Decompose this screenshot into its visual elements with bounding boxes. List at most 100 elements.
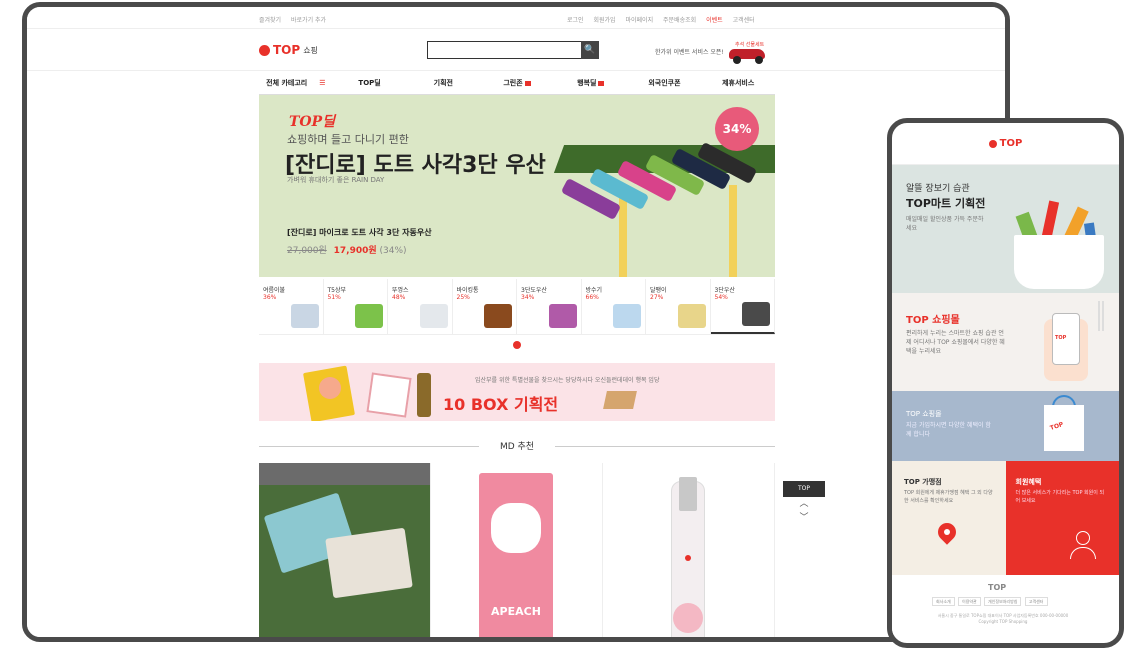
- deal-thumb-pct: 34%: [521, 294, 535, 301]
- snail-image: [677, 304, 706, 328]
- shop-title: TOP 쇼핑몰: [906, 315, 960, 326]
- md-section-title: MD 추천: [259, 439, 775, 453]
- deal-thumb[interactable]: 3단도우산 34%: [517, 279, 582, 334]
- footer-copyright: 서울시 중구 통일로 TOP쇼핑 대표이사 TOP 사업자등록번호 000-00…: [937, 613, 1069, 624]
- utility-link-join[interactable]: 회원가입: [593, 17, 615, 24]
- nav-happy-deal[interactable]: 행복딜: [554, 71, 628, 94]
- utility-link-shortcut[interactable]: 바로가기 추가: [291, 17, 326, 24]
- desktop-monitor-frame: 즐겨찾기 바로가기 추가 로그인 회원가입 마이페이지 주문배송조회 이벤트 고…: [22, 2, 1010, 642]
- nav-label: 기획전: [433, 79, 453, 87]
- new-badge-icon: [598, 80, 605, 86]
- deal-thumb-selected[interactable]: 3단우산 54%: [710, 279, 775, 334]
- deal-thumb[interactable]: 바이킹통 25%: [453, 279, 517, 334]
- scroll-top-button[interactable]: TOP: [783, 481, 825, 497]
- utility-link-login[interactable]: 로그인: [567, 17, 584, 24]
- utility-left: 즐겨찾기 바로가기 추가: [259, 15, 334, 24]
- bottle-image: [417, 373, 431, 417]
- utility-link-event[interactable]: 이벤트: [706, 17, 723, 24]
- hero-discount-note: (34%): [379, 246, 407, 256]
- promo-car-banner[interactable]: 추석 선물세트: [727, 41, 767, 64]
- hero-price: 27,000원 17,900원 (34%): [287, 243, 407, 256]
- deal-thumb-pct: 51%: [327, 294, 341, 301]
- hero-banner[interactable]: TOP딜 쇼핑하며 들고 다니기 편한 [잔디로] 도트 사각3단 우산 가벼워…: [259, 95, 775, 277]
- nav-partner[interactable]: 제휴서비스: [701, 71, 775, 94]
- character-image: [319, 377, 341, 399]
- logo-dot-icon: [259, 44, 270, 56]
- carousel-indicator[interactable]: [513, 341, 521, 349]
- shop-caption: 편리하게 누리는 스마트한 쇼핑 습관 언제 어디서나 TOP 쇼핑몰에서 다양…: [906, 330, 1005, 355]
- mobile-store-tile[interactable]: TOP 가맹점 TOP 회원에게 제휴가맹점 혜택 그 외 다양한 서비스를 확…: [892, 461, 1006, 575]
- nav-special[interactable]: 기획전: [406, 71, 480, 94]
- nav-green-zone[interactable]: 그린존: [480, 71, 554, 94]
- logo-dot-icon: [988, 139, 997, 148]
- shopping-bag-image: [1014, 235, 1104, 289]
- search-button[interactable]: 🔍: [581, 41, 599, 59]
- nav-all-category[interactable]: 전체 카테고리 ☰: [259, 71, 333, 94]
- nav-label: TOP딜: [358, 79, 381, 87]
- deal-thumb-pct: 54%: [714, 294, 728, 301]
- nav-foreign-coupon[interactable]: 외국인쿠폰: [628, 71, 702, 94]
- pause-icon: [1098, 301, 1104, 331]
- user-icon-body: [1069, 547, 1096, 559]
- desktop-screen: 즐겨찾기 바로가기 추가 로그인 회원가입 마이페이지 주문배송조회 이벤트 고…: [27, 7, 1005, 637]
- logo-sub: 쇼핑: [303, 45, 318, 55]
- box-promo-banner[interactable]: 입산부를 위한 특별선물을 찾으시는 당당하시다 오신들런데데이 행복 임당 1…: [259, 363, 775, 421]
- hero-table-leg: [729, 185, 737, 277]
- site-logo[interactable]: TOP 쇼핑: [259, 43, 318, 57]
- footer-link[interactable]: 이용약관: [958, 597, 981, 606]
- footer-link[interactable]: 개인정보처리방침: [984, 597, 1022, 606]
- car-wheel: [755, 56, 763, 64]
- deal-thumb-label: 3단도우산: [521, 287, 547, 294]
- deal-thumb-label: 바이킹통: [456, 287, 479, 294]
- lid-image: [419, 304, 448, 328]
- box-image: [603, 391, 637, 409]
- deal-thumb[interactable]: 여름이불 36%: [259, 279, 324, 334]
- hero-new-price: 17,900원: [333, 246, 377, 256]
- md-product-card[interactable]: APEACH: [431, 463, 603, 637]
- location-pin-dot: [944, 529, 950, 535]
- utility-bar: 즐겨찾기 바로가기 추가 로그인 회원가입 마이페이지 주문배송조회 이벤트 고…: [27, 7, 1005, 29]
- deal-thumb[interactable]: 뚜껑스 48%: [388, 279, 453, 334]
- search-input[interactable]: [427, 41, 597, 59]
- deal-thumb-label: 방수기: [585, 287, 603, 294]
- nav-label: 제휴서비스: [722, 79, 755, 87]
- utility-link-mypage[interactable]: 마이페이지: [626, 17, 654, 24]
- nav-label: 행복딜: [577, 79, 597, 87]
- hero-old-price: 27,000원: [287, 246, 327, 256]
- benefit-caption: 더 많은 서비스가 기다리는 TOP 회원이 되어 보세요: [1015, 490, 1105, 504]
- utility-link-bookmark[interactable]: 즐겨찾기: [259, 17, 281, 24]
- mobile-member-banner[interactable]: TOP 쇼핑몰 지금 가입하시면 다양한 혜택이 함께 합니다 TOP: [892, 391, 1119, 461]
- hamburger-icon: ☰: [319, 79, 326, 87]
- deal-thumb-label: 달팽이: [650, 287, 667, 294]
- mobile-logo[interactable]: TOP: [1000, 138, 1023, 149]
- hero-product-name: [잔디로] 마이크로 도트 사각 3단 자동우산: [287, 228, 432, 237]
- mart-subtitle: 알뜰 장보기 습관: [906, 184, 970, 194]
- chevron-down-icon[interactable]: ﹀: [783, 511, 825, 525]
- umbrella-thumb-image: [742, 302, 770, 326]
- mobile-mart-banner[interactable]: 알뜰 장보기 습관 TOP마트 기획전 매일매일 할인상품 가득 주문하세요: [892, 165, 1119, 293]
- bottle-image: [355, 304, 383, 328]
- deal-thumb[interactable]: 달팽이 27%: [646, 279, 711, 334]
- mobile-benefit-tile[interactable]: 회원혜택 더 많은 서비스가 기다리는 TOP 회원이 되어 보세요: [1005, 461, 1119, 575]
- bag-logo: TOP: [1049, 421, 1065, 432]
- utility-link-cs[interactable]: 고객센터: [733, 17, 755, 24]
- deal-thumb-label: 여름이불: [263, 287, 286, 294]
- md-product-card[interactable]: [259, 463, 431, 637]
- deal-thumbnail-strip: 여름이불 36% T5상부 51% 뚜껑스 48% 바이킹통 25% 3단도우산: [259, 279, 775, 335]
- nav-top-deal[interactable]: TOP딜: [333, 71, 407, 94]
- footer-link[interactable]: 고객센터: [1024, 597, 1048, 606]
- footer-link[interactable]: 회사소개: [932, 597, 955, 606]
- footer-logo: TOP: [988, 583, 1007, 592]
- mobile-shop-banner[interactable]: TOP 쇼핑몰 편리하게 누리는 스마트한 쇼핑 습관 언제 어디서나 TOP …: [892, 293, 1119, 391]
- utility-link-order[interactable]: 주문배송조회: [663, 17, 696, 24]
- promo-tag: 추석 선물세트: [735, 42, 765, 48]
- deal-thumb[interactable]: 방수기 66%: [582, 279, 646, 334]
- deal-thumb[interactable]: T5상부 51%: [324, 279, 388, 334]
- store-title: TOP 가맹점: [904, 478, 942, 486]
- md-product-card[interactable]: [603, 463, 775, 637]
- promo-text[interactable]: 한가위 이벤트 서비스 오픈!: [655, 47, 724, 56]
- deal-thumb-pct: 36%: [263, 294, 277, 301]
- chevron-up-icon[interactable]: ︿: [783, 497, 825, 511]
- bottle-cap-image: [679, 477, 697, 511]
- umbrella-thumb-image: [548, 304, 577, 328]
